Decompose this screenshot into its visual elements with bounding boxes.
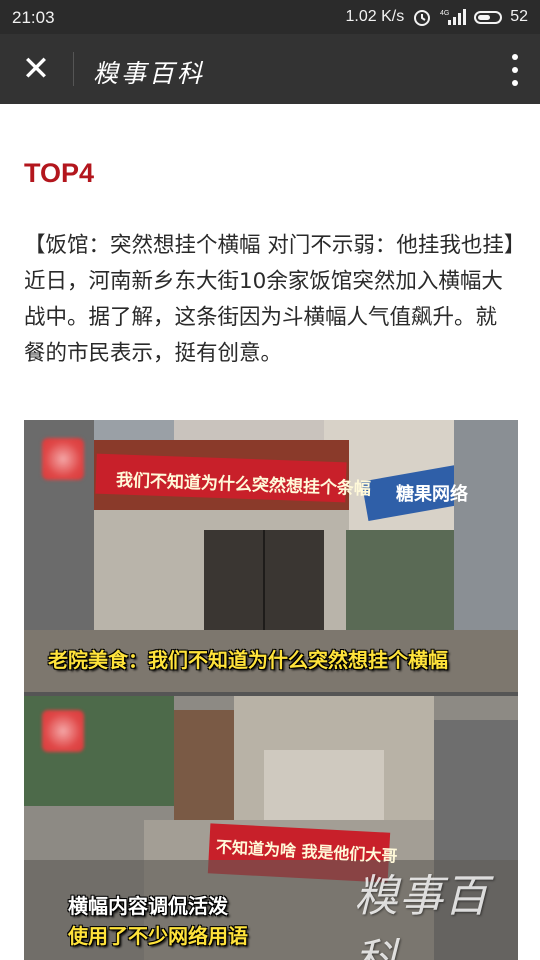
- nav-divider: [73, 52, 74, 86]
- status-time: 21:03: [12, 8, 55, 27]
- close-icon[interactable]: ✕: [14, 47, 58, 91]
- svg-text:4G: 4G: [440, 10, 449, 17]
- status-right-group: 1.02 K/s 4G 52: [345, 7, 528, 27]
- article-heading: TOP4: [24, 158, 95, 188]
- more-dot: [512, 67, 518, 73]
- battery-icon: [474, 10, 503, 24]
- network-speed: 1.02 K/s: [345, 8, 405, 25]
- photo-caption-top: 老院美食：我们不知道为什么突然想挂个横幅: [48, 648, 448, 672]
- watermark-logo: 糗事百科: [354, 871, 489, 960]
- channel-logo-blurred: [42, 438, 84, 480]
- article-photo[interactable]: 我们不知道为什么突然想挂个条幅 糖果网络 老院美食：我们不知道为什么突然想挂个横…: [24, 420, 518, 960]
- channel-logo-blurred: [42, 710, 84, 752]
- alarm-icon: [414, 10, 431, 26]
- page-title: 糗事百科: [93, 59, 206, 88]
- photo-caption-bottom-line2: 使用了不少网络用语: [68, 924, 248, 948]
- battery-level: 52: [510, 8, 528, 25]
- status-bar: 21:03 1.02 K/s 4G 52: [0, 0, 540, 34]
- nav-bar: ✕ 糗事百科: [0, 34, 540, 104]
- shop-sign-text: 糖果网络: [396, 484, 468, 505]
- more-dot: [512, 54, 518, 60]
- signal-4g-icon: 4G: [440, 9, 467, 25]
- article-paragraph: 【饭馆：突然想挂个横幅 对门不示弱：他挂我也挂】近日，河南新乡东大街10余家饭馆…: [24, 233, 515, 366]
- more-dot: [512, 80, 518, 86]
- photo-caption-bottom-line1: 横幅内容调侃活泼: [68, 894, 228, 918]
- more-vertical-icon[interactable]: [510, 54, 520, 86]
